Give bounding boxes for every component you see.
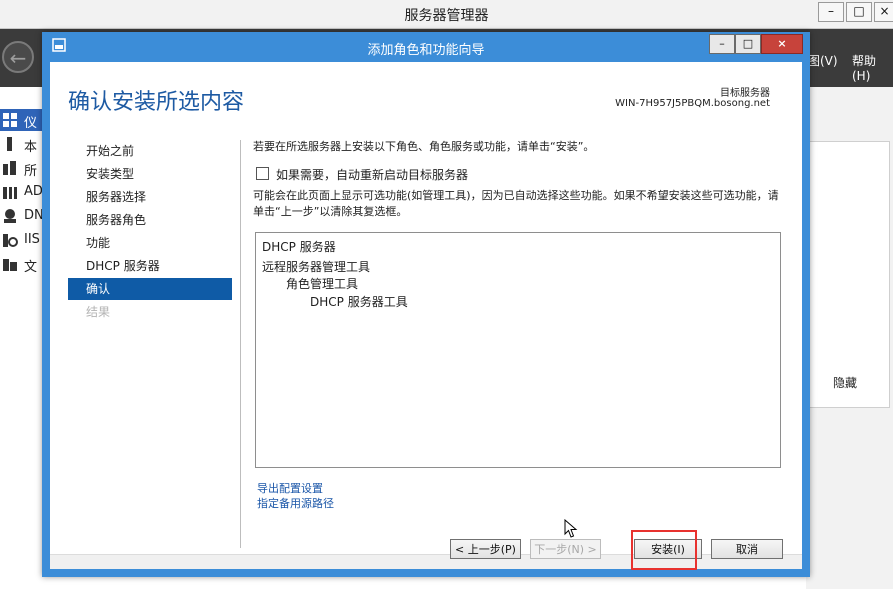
server-manager-tile: [806, 141, 890, 408]
dashboard-icon: [3, 113, 17, 127]
menu-view[interactable]: 图(V): [808, 52, 838, 69]
sidebar-item-file-services[interactable]: 文: [0, 253, 45, 275]
alternate-source-link[interactable]: 指定备用源路径: [257, 495, 334, 511]
wizard-title: 添加角色和功能向导: [367, 43, 485, 58]
nav-divider: [240, 140, 241, 548]
next-button: 下一步(N) >: [530, 539, 601, 559]
sidebar-item-label: 本: [24, 140, 38, 155]
selected-features-list[interactable]: DHCP 服务器 远程服务器管理工具 角色管理工具 DHCP 服务器工具: [255, 232, 781, 468]
sidebar-item-dns[interactable]: DN: [0, 205, 45, 227]
step-installation-type[interactable]: 安装类型: [68, 163, 232, 185]
minimize-button[interactable]: –: [818, 2, 844, 22]
target-server-label: 目标服务器: [720, 88, 770, 99]
iis-icon: [3, 234, 18, 247]
cancel-button[interactable]: 取消: [711, 539, 783, 559]
sidebar-item-label: IIS: [24, 232, 40, 247]
target-server-name: WIN-7H957J5PBQM.bosong.net: [615, 98, 770, 109]
step-before-you-begin[interactable]: 开始之前: [68, 140, 232, 162]
sidebar-item-all-servers[interactable]: 所: [0, 157, 45, 179]
wizard-maximize-button[interactable]: □: [735, 34, 761, 54]
step-dhcp-server[interactable]: DHCP 服务器: [68, 255, 232, 277]
wizard-minimize-button[interactable]: –: [709, 34, 735, 54]
page-title: 确认安装所选内容: [68, 90, 245, 115]
ad-icon: [3, 187, 17, 199]
sidebar-item-ad[interactable]: AD: [0, 181, 45, 203]
server-manager-titlebar: 服务器管理器 – □ ×: [0, 0, 893, 29]
export-config-link[interactable]: 导出配置设置: [257, 480, 323, 496]
list-item: DHCP 服务器工具: [310, 295, 408, 309]
sidebar-item-dashboard[interactable]: 仪: [0, 109, 45, 131]
restart-checkbox[interactable]: [256, 167, 269, 180]
file-services-icon: [3, 259, 17, 271]
step-features[interactable]: 功能: [68, 232, 232, 254]
hide-link[interactable]: 隐藏: [833, 374, 857, 391]
sidebar-item-label: 所: [24, 164, 38, 179]
server-manager-sidebar: 仪 本 所 AD DN IIS 文: [0, 87, 45, 589]
menu-help[interactable]: 帮助(H): [852, 52, 893, 83]
restart-checkbox-label[interactable]: 如果需要，自动重新启动目标服务器: [276, 166, 468, 183]
step-confirmation[interactable]: 确认: [68, 278, 232, 300]
list-item: 角色管理工具: [286, 277, 359, 291]
step-server-selection[interactable]: 服务器选择: [68, 186, 232, 208]
add-roles-wizard-window: 添加角色和功能向导 – □ × 确认安装所选内容 目标服务器 WIN-7H957…: [42, 32, 810, 577]
sidebar-item-label: 文: [24, 260, 38, 275]
local-server-icon: [7, 137, 12, 151]
all-servers-icon: [3, 161, 16, 175]
sidebar-item-iis[interactable]: IIS: [0, 229, 45, 251]
sidebar-item-label: 仪: [24, 116, 38, 131]
back-arrow-icon[interactable]: ←: [2, 41, 34, 73]
server-manager-title: 服务器管理器: [404, 8, 489, 24]
close-button[interactable]: ×: [874, 2, 893, 22]
sidebar-item-local-server[interactable]: 本: [0, 133, 45, 155]
step-server-roles[interactable]: 服务器角色: [68, 209, 232, 231]
install-highlight-box: [631, 530, 697, 570]
previous-button[interactable]: < 上一步(P): [450, 539, 521, 559]
step-results: 结果: [86, 305, 111, 319]
wizard-titlebar: 添加角色和功能向导 – □ ×: [42, 32, 810, 60]
intro-text: 若要在所选服务器上安装以下角色、角色服务或功能，请单击“安装”。: [253, 140, 595, 153]
mouse-cursor-icon: [564, 519, 578, 538]
wizard-close-button[interactable]: ×: [761, 34, 803, 54]
list-item: DHCP 服务器: [262, 240, 336, 254]
dns-icon: [4, 209, 16, 223]
optional-features-note: 可能会在此页面上显示可选功能(如管理工具)，因为已自动选择这些功能。如果不希望安…: [253, 189, 779, 218]
sidebar-item-label: AD: [24, 184, 43, 199]
list-item: 远程服务器管理工具: [262, 260, 371, 274]
maximize-button[interactable]: □: [846, 2, 872, 22]
wizard-client-area: 确认安装所选内容 目标服务器 WIN-7H957J5PBQM.bosong.ne…: [50, 62, 802, 569]
sidebar-item-label: DN: [24, 208, 44, 223]
